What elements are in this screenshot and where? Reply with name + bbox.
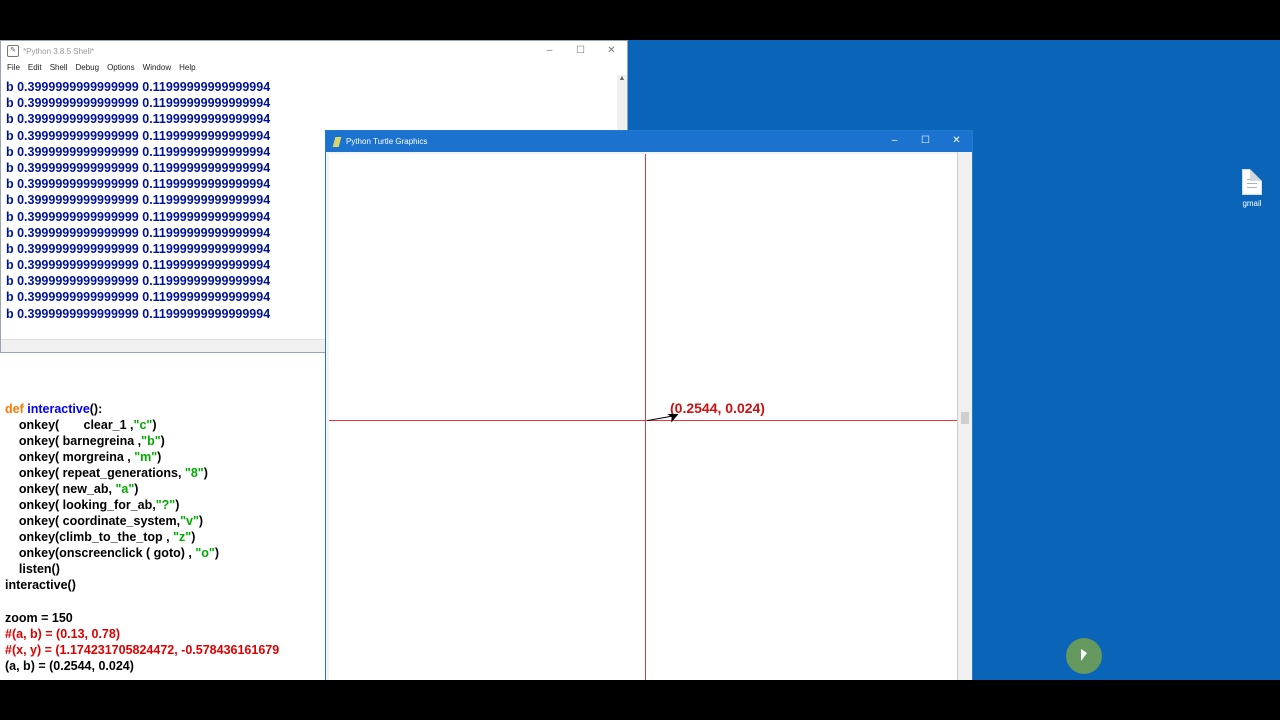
code-line-onkey: onkey( looking_for_ab,"?"): [5, 498, 180, 512]
video-letterbox-top: [0, 0, 1280, 40]
code-line-zoom: zoom = 150: [5, 611, 73, 625]
menu-debug[interactable]: Debug: [75, 61, 99, 75]
python-idle-icon: ✎: [7, 45, 19, 57]
turtle-graphics-window: Python Turtle Graphics – ☐ ✕ (0.2544, 0.…: [325, 130, 973, 680]
turtle-title: Python Turtle Graphics: [346, 137, 428, 146]
video-letterbox-bottom: [0, 680, 1280, 720]
turtle-feather-icon: [332, 136, 342, 147]
shell-title: *Python 3.8.5 Shell*: [23, 46, 95, 56]
function-name: interactive: [27, 402, 90, 416]
code-line-onkey: onkey( clear_1 ,"c"): [5, 418, 157, 432]
code-line-onkey: onkey( barnegreina ,"b"): [5, 434, 165, 448]
mouse-pointer-icon: [1081, 649, 1087, 661]
output-line: b 0.3999999999999999 0.11999999999999994: [6, 112, 271, 127]
maximize-button[interactable]: ☐: [910, 131, 941, 151]
output-line: b 0.3999999999999999 0.11999999999999994: [6, 96, 271, 111]
code-line-listen: listen(): [5, 562, 60, 576]
code-line-onkey: onkey( coordinate_system,"v"): [5, 514, 204, 528]
scrollbar-thumb[interactable]: [961, 412, 969, 424]
code-line-onkey: onkey( morgreina , "m"): [5, 450, 162, 464]
menu-shell[interactable]: Shell: [50, 61, 68, 75]
menu-options[interactable]: Options: [107, 61, 135, 75]
x-axis-line: [329, 420, 957, 421]
menu-window[interactable]: Window: [143, 61, 171, 75]
def-tail: ():: [89, 402, 103, 416]
menu-help[interactable]: Help: [179, 61, 195, 75]
menu-file[interactable]: File: [7, 61, 20, 75]
close-button[interactable]: ✕: [596, 41, 627, 61]
code-editor[interactable]: def interactive(): onkey( clear_1 ,"c") …: [0, 353, 327, 680]
code-line-call: interactive(): [5, 578, 76, 592]
scroll-up-icon[interactable]: ▲: [617, 75, 627, 82]
point-coordinate-label: (0.2544, 0.024): [670, 400, 765, 416]
code-line-ab: (a, b) = (0.2544, 0.024): [5, 659, 134, 673]
minimize-button[interactable]: –: [879, 131, 910, 151]
output-line: b 0.3999999999999999 0.11999999999999994: [6, 80, 271, 94]
code-line-comment: #(x, y) = (1.174231705824472, -0.5784361…: [5, 643, 280, 657]
turtle-titlebar[interactable]: Python Turtle Graphics – ☐ ✕: [326, 131, 972, 152]
code-line-onkey: onkey(climb_to_the_top , "z"): [5, 530, 196, 544]
minimize-button[interactable]: –: [534, 41, 565, 61]
y-axis-line: [645, 154, 646, 680]
file-icon: [1242, 169, 1262, 195]
close-button[interactable]: ✕: [941, 131, 972, 151]
turtle-canvas[interactable]: (0.2544, 0.024) ➤: [329, 154, 957, 680]
maximize-button[interactable]: ☐: [565, 41, 596, 61]
desktop-icon-gmail[interactable]: gmail: [1230, 165, 1274, 208]
code-line-def: def interactive():: [5, 402, 102, 417]
code-line-comment: #(a, b) = (0.13, 0.78): [5, 627, 120, 641]
desktop-icon-label: gmail: [1242, 199, 1262, 208]
turtle-vertical-scrollbar[interactable]: [957, 152, 972, 680]
code-line-onkey: onkey(onscreenclick ( goto) , "o"): [5, 546, 219, 560]
menu-edit[interactable]: Edit: [28, 61, 42, 75]
def-keyword: def: [5, 402, 24, 416]
code-line-onkey: onkey( repeat_generations, "8"): [5, 466, 208, 480]
desktop: gmail ✎ *Python 3.8.5 Shell* – ☐ ✕ File …: [0, 40, 1280, 680]
code-line-onkey: onkey( new_ab, "a"): [5, 482, 139, 496]
shell-menubar: File Edit Shell Debug Options Window Hel…: [1, 61, 627, 75]
shell-titlebar[interactable]: ✎ *Python 3.8.5 Shell* – ☐ ✕: [1, 41, 627, 61]
